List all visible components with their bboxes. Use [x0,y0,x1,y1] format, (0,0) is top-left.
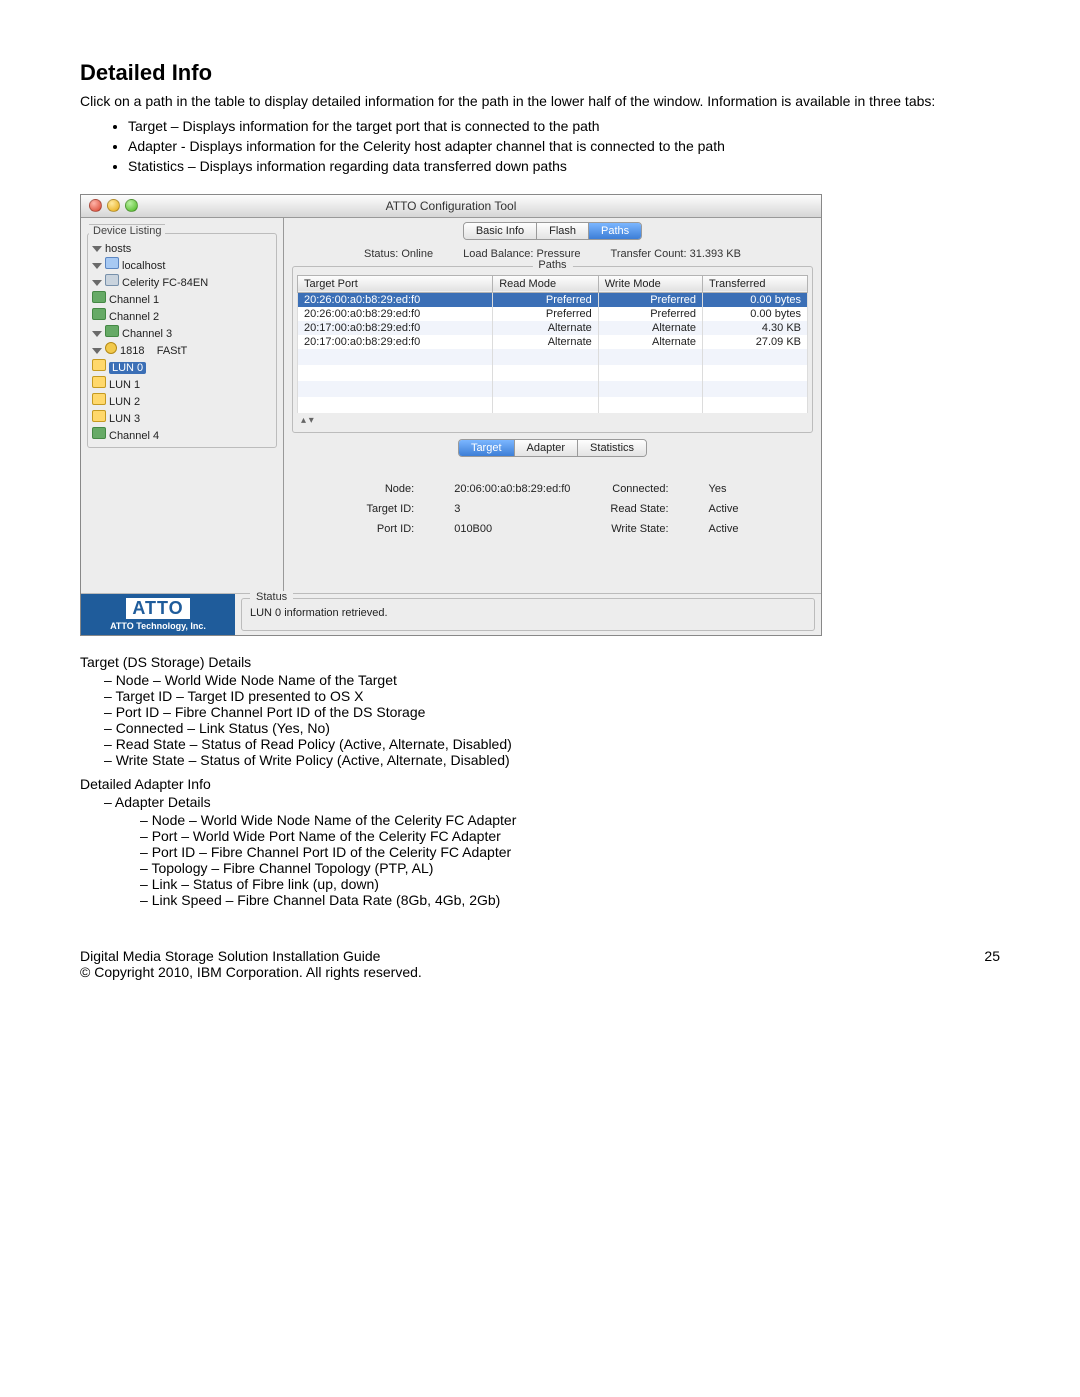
brand-box: ATTO ATTO Technology, Inc. [81,594,235,635]
bullet-target: Target – Displays information for the ta… [128,117,1000,136]
adapter-details-outer: Adapter Details [80,794,1000,810]
device-listing-label: Device Listing [89,224,165,237]
adapter-details-sub: Adapter Details [104,794,1000,810]
page-number: 25 [984,948,1000,980]
list-item: Write State – Status of Write Policy (Ac… [104,752,1000,768]
atto-config-window: ATTO Configuration Tool Device Listing h… [80,194,822,636]
adapter-details-list: Node – World Wide Node Name of the Celer… [80,812,1000,908]
footer-title: Digital Media Storage Solution Installat… [80,948,422,964]
list-item: Link Speed – Fibre Channel Data Rate (8G… [140,892,1000,908]
tab-paths[interactable]: Paths [589,223,641,239]
adapter-info-heading: Detailed Adapter Info [80,776,1000,792]
tab-target[interactable]: Target [459,440,515,456]
empty-row [298,365,808,381]
col-read-mode[interactable]: Read Mode [493,275,599,292]
table-row[interactable]: 20:17:00:a0:b8:29:ed:f0AlternateAlternat… [298,335,808,349]
read-state-value: Active [709,503,739,515]
target-details-list: Node – World Wide Node Name of the Targe… [80,672,1000,768]
tree-channel-1[interactable]: Channel 1 [92,290,272,307]
status-message: LUN 0 information retrieved. [250,607,388,619]
tree-localhost[interactable]: localhost [92,256,272,273]
list-item: Topology – Fibre Channel Topology (PTP, … [140,860,1000,876]
col-write-mode[interactable]: Write Mode [598,275,702,292]
tab-basic-info[interactable]: Basic Info [464,223,537,239]
company-name: ATTO Technology, Inc. [110,621,206,631]
atto-logo: ATTO [126,598,189,619]
write-state-value: Active [709,523,739,535]
tab-flash[interactable]: Flash [537,223,589,239]
tree-lun-3[interactable]: LUN 3 [92,409,272,426]
tree-channel-2[interactable]: Channel 2 [92,307,272,324]
col-transferred[interactable]: Transferred [703,275,808,292]
connected-value: Yes [709,483,739,495]
minimize-icon[interactable] [107,199,120,212]
list-item: Node – World Wide Node Name of the Celer… [140,812,1000,828]
section-heading: Detailed Info [80,60,1000,86]
table-row[interactable]: 20:26:00:a0:b8:29:ed:f0PreferredPreferre… [298,292,808,307]
port-id-value: 010B00 [454,523,570,535]
tree-lun-2[interactable]: LUN 2 [92,392,272,409]
read-state-label: Read State: [610,503,668,515]
connected-label: Connected: [610,483,668,495]
intro-text: Click on a path in the table to display … [80,92,1000,111]
window-title: ATTO Configuration Tool [386,199,517,213]
write-state-label: Write State: [610,523,668,535]
empty-row [298,397,808,413]
paths-table: Target Port Read Mode Write Mode Transfe… [297,275,808,413]
zoom-icon[interactable] [125,199,138,212]
table-row[interactable]: 20:17:00:a0:b8:29:ed:f0AlternateAlternat… [298,321,808,335]
tree-lun-1[interactable]: LUN 1 [92,375,272,392]
status-online: Status: Online [364,248,433,260]
bullet-statistics: Statistics – Displays information regard… [128,157,1000,176]
list-item: Connected – Link Status (Yes, No) [104,720,1000,736]
port-id-label: Port ID: [367,523,415,535]
list-item: Node – World Wide Node Name of the Targe… [104,672,1000,688]
empty-row [298,349,808,365]
tab-adapter[interactable]: Adapter [515,440,579,456]
detail-tabset: Target Adapter Statistics [458,439,647,457]
close-icon[interactable] [89,199,102,212]
window-titlebar: ATTO Configuration Tool [81,195,821,218]
table-row[interactable]: 20:26:00:a0:b8:29:ed:f0PreferredPreferre… [298,307,808,321]
bullet-adapter: Adapter - Displays information for the C… [128,137,1000,156]
paths-group: Target Port Read Mode Write Mode Transfe… [292,266,813,433]
intro-bullets: Target – Displays information for the ta… [80,117,1000,176]
status-bar: ATTO ATTO Technology, Inc. LUN 0 informa… [81,593,821,635]
tree-lun-0[interactable]: LUN 0 [92,358,272,375]
target-id-value: 3 [454,503,570,515]
tree-channel-3[interactable]: Channel 3 [92,324,272,341]
page-footer: Digital Media Storage Solution Installat… [80,948,1000,980]
list-item: Port ID – Fibre Channel Port ID of the C… [140,844,1000,860]
target-detail-grid: Node: 20:06:00:a0:b8:29:ed:f0 Connected:… [367,483,739,535]
col-target-port[interactable]: Target Port [298,275,493,292]
top-tabset: Basic Info Flash Paths [463,222,642,240]
main-panel: Basic Info Flash Paths Status: Online Lo… [284,218,821,593]
list-item: Link – Status of Fibre link (up, down) [140,876,1000,892]
empty-row [298,381,808,397]
list-item: Port ID – Fibre Channel Port ID of the D… [104,704,1000,720]
tree-hosts[interactable]: hosts [92,242,272,256]
list-item: Port – World Wide Port Name of the Celer… [140,828,1000,844]
node-value: 20:06:00:a0:b8:29:ed:f0 [454,483,570,495]
node-label: Node: [367,483,415,495]
target-id-label: Target ID: [367,503,415,515]
list-item: Read State – Status of Read Policy (Acti… [104,736,1000,752]
tree-adapter[interactable]: Celerity FC-84EN [92,273,272,290]
tree-target-1818[interactable]: 1818 FAStT [92,341,272,358]
status-message-box: LUN 0 information retrieved. [241,598,815,631]
tab-statistics[interactable]: Statistics [578,440,646,456]
list-item: Target ID – Target ID presented to OS X [104,688,1000,704]
table-footer-controls[interactable]: ▴ ▾ [301,415,804,426]
transfer-count: Transfer Count: 31.393 KB [611,248,741,260]
footer-copyright: © Copyright 2010, IBM Corporation. All r… [80,964,422,980]
device-listing-panel: Device Listing hosts localhost Celerity … [81,218,284,593]
target-details-heading: Target (DS Storage) Details [80,654,1000,670]
tree-channel-4[interactable]: Channel 4 [92,426,272,443]
table-header-row: Target Port Read Mode Write Mode Transfe… [298,275,808,292]
